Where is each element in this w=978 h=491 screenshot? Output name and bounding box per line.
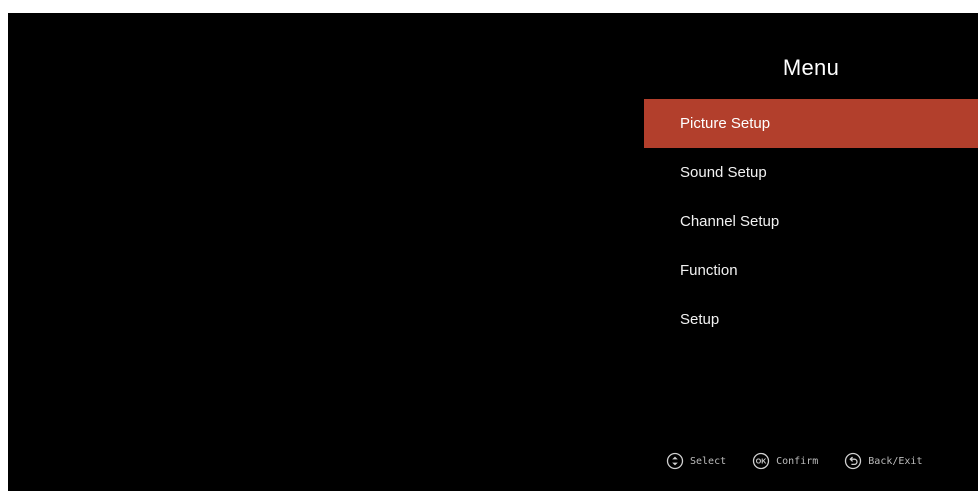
hint-confirm-label: Confirm bbox=[776, 455, 819, 467]
ok-icon-text: OK bbox=[756, 459, 767, 466]
hint-select-label: Select bbox=[690, 455, 727, 467]
menu-item-sound-setup[interactable]: Sound Setup bbox=[644, 148, 978, 197]
hint-confirm: OK Confirm bbox=[752, 452, 818, 470]
dpad-updown-icon bbox=[666, 452, 684, 470]
ok-button-icon: OK bbox=[752, 452, 770, 470]
tv-screen: Menu Picture Setup Sound Setup Channel S… bbox=[8, 13, 978, 491]
menu-item-picture-setup[interactable]: Picture Setup bbox=[644, 99, 978, 148]
hint-select: Select bbox=[666, 452, 726, 470]
menu-item-function[interactable]: Function bbox=[644, 246, 978, 295]
menu-item-setup[interactable]: Setup bbox=[644, 295, 978, 344]
hint-back: Back/Exit bbox=[844, 452, 922, 470]
hint-back-label: Back/Exit bbox=[868, 455, 923, 467]
menu-title: Menu bbox=[782, 55, 840, 80]
menu-item-channel-setup[interactable]: Channel Setup bbox=[644, 197, 978, 246]
menu-list: Picture Setup Sound Setup Channel Setup … bbox=[644, 99, 978, 344]
menu-panel: Menu Picture Setup Sound Setup Channel S… bbox=[644, 13, 978, 491]
back-arrow-icon bbox=[844, 452, 862, 470]
hint-bar: Select OK Confirm Back/Exit bbox=[666, 449, 922, 473]
